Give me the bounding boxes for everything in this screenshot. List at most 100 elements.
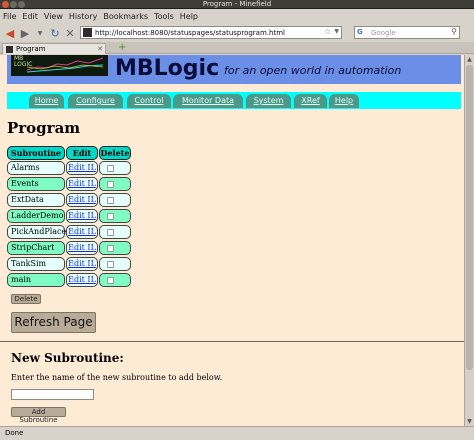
url-bar[interactable]: http://localhost:8080/statuspages/status… xyxy=(80,26,342,39)
nav-configure[interactable]: Configure xyxy=(68,94,123,108)
nav-xref[interactable]: XRef xyxy=(294,94,327,108)
subroutine-name: LadderDemo xyxy=(7,209,65,223)
menu-bar: File Edit View History Bookmarks Tools H… xyxy=(0,10,474,23)
nav-help[interactable]: Help xyxy=(329,94,359,108)
search-magnifier-icon[interactable]: ⚲ xyxy=(451,27,457,36)
window-titlebar: Program - Minefield xyxy=(0,0,474,9)
nav-configure-label[interactable]: Configure xyxy=(76,96,115,105)
subroutine-name: StripChart xyxy=(7,241,65,255)
search-engine-icon[interactable]: G xyxy=(357,28,367,37)
close-window-icon[interactable] xyxy=(2,1,9,8)
nav-control[interactable]: Control xyxy=(127,94,171,108)
forward-arrow-icon: ▶ xyxy=(20,26,30,40)
tab-favicon-icon xyxy=(6,45,13,53)
page-title: Program xyxy=(7,119,81,137)
bookmark-star-icon[interactable]: ☆ xyxy=(324,27,331,36)
delete-cell xyxy=(99,161,131,175)
delete-checkbox[interactable] xyxy=(107,261,114,268)
brand-tagline: for an open world in automation xyxy=(224,64,402,77)
tab-strip: Program ✕ + xyxy=(0,42,474,54)
reload-button[interactable]: ↻ xyxy=(48,26,62,40)
edit-il-link[interactable]: Edit IL xyxy=(66,273,98,287)
delete-checkbox[interactable] xyxy=(107,181,114,188)
stop-button[interactable]: ✕ xyxy=(63,26,77,40)
window-title: Program - Minefield xyxy=(202,0,272,8)
delete-checkbox[interactable] xyxy=(107,165,114,172)
tab-label: Program xyxy=(16,45,46,53)
menu-bookmarks[interactable]: Bookmarks xyxy=(103,12,148,21)
menu-file[interactable]: File xyxy=(3,12,16,21)
back-button[interactable]: ◀ xyxy=(3,26,17,40)
nav-monitor-data-label[interactable]: Monitor Data xyxy=(182,96,234,105)
site-favicon-icon xyxy=(83,28,92,37)
vertical-scrollbar[interactable]: ▲ ▼ xyxy=(464,55,474,426)
window-controls xyxy=(2,1,25,8)
nav-monitor-data[interactable]: Monitor Data xyxy=(173,94,243,108)
edit-il-link[interactable]: Edit IL xyxy=(66,177,98,191)
search-box[interactable]: G Google ⚲ xyxy=(354,26,460,39)
edit-il-link[interactable]: Edit IL xyxy=(66,193,98,207)
edit-il-link[interactable]: Edit IL xyxy=(66,241,98,255)
stop-icon: ✕ xyxy=(65,26,75,40)
menu-history[interactable]: History xyxy=(69,12,97,21)
minimize-window-icon[interactable] xyxy=(10,1,17,8)
edit-il-link[interactable]: Edit IL xyxy=(66,161,98,175)
delete-button[interactable]: Delete xyxy=(11,294,41,304)
subroutine-name: PickAndPlace xyxy=(7,225,66,239)
delete-checkbox[interactable] xyxy=(107,213,114,220)
nav-system-label[interactable]: System xyxy=(254,96,284,105)
column-header-subroutine: Subroutine xyxy=(7,146,65,160)
subroutine-name: main xyxy=(7,273,65,287)
delete-cell xyxy=(99,241,131,255)
menu-edit[interactable]: Edit xyxy=(22,12,38,21)
new-subroutine-name-input[interactable] xyxy=(11,389,94,400)
subroutine-name: ExtData xyxy=(7,193,65,207)
nav-system[interactable]: System xyxy=(246,94,291,108)
scroll-thumb[interactable] xyxy=(466,65,473,370)
nav-help-label[interactable]: Help xyxy=(335,96,353,105)
nav-home[interactable]: Home xyxy=(29,94,64,108)
edit-il-link[interactable]: Edit IL xyxy=(66,257,98,271)
menu-view[interactable]: View xyxy=(44,12,63,21)
delete-cell xyxy=(99,209,131,223)
delete-cell xyxy=(99,193,131,207)
reload-icon: ↻ xyxy=(50,26,60,40)
nav-control-label[interactable]: Control xyxy=(135,96,164,105)
maximize-window-icon[interactable] xyxy=(18,1,25,8)
site-nav: Home Configure Control Monitor Data Syst… xyxy=(7,92,461,109)
delete-checkbox[interactable] xyxy=(107,277,114,284)
forward-button[interactable]: ▶ xyxy=(18,26,32,40)
url-text[interactable]: http://localhost:8080/statuspages/status… xyxy=(95,29,285,37)
delete-checkbox[interactable] xyxy=(107,229,114,236)
delete-checkbox[interactable] xyxy=(107,245,114,252)
tab-program[interactable]: Program ✕ xyxy=(2,43,106,54)
new-subroutine-prompt: Enter the name of the new subroutine to … xyxy=(11,373,223,382)
page-viewport: MB LOGIC MBLogic for an open world in au… xyxy=(0,55,474,426)
close-tab-icon[interactable]: ✕ xyxy=(97,45,103,53)
add-subroutine-button[interactable]: Add Subroutine xyxy=(11,407,66,424)
delete-cell xyxy=(99,177,131,191)
new-subroutine-heading: New Subroutine: xyxy=(11,351,124,365)
refresh-page-button[interactable]: Refresh Page xyxy=(11,312,96,333)
edit-il-link[interactable]: Edit IL xyxy=(66,225,98,239)
delete-checkbox[interactable] xyxy=(107,197,114,204)
history-dropdown-button[interactable]: ▼ xyxy=(33,26,47,40)
new-tab-icon[interactable]: + xyxy=(118,43,126,53)
nav-home-label[interactable]: Home xyxy=(35,96,59,105)
status-bar: Done xyxy=(0,426,474,440)
mblogic-logo: MB LOGIC xyxy=(11,55,108,76)
edit-il-link[interactable]: Edit IL xyxy=(66,209,98,223)
status-text: Done xyxy=(5,429,24,437)
delete-cell xyxy=(99,225,131,239)
scroll-up-icon[interactable]: ▲ xyxy=(465,55,474,64)
scroll-down-icon[interactable]: ▼ xyxy=(465,417,474,426)
menu-help[interactable]: Help xyxy=(180,12,198,21)
menu-tools[interactable]: Tools xyxy=(154,12,174,21)
site-banner: MB LOGIC MBLogic for an open world in au… xyxy=(7,55,461,84)
subroutine-name: Alarms xyxy=(7,161,65,175)
brand-name: MBLogic xyxy=(115,56,220,81)
nav-xref-label[interactable]: XRef xyxy=(301,96,319,105)
url-dropdown-icon[interactable]: ▼ xyxy=(334,28,339,35)
chevron-down-icon: ▼ xyxy=(37,29,43,37)
search-input[interactable]: Google xyxy=(371,29,396,37)
